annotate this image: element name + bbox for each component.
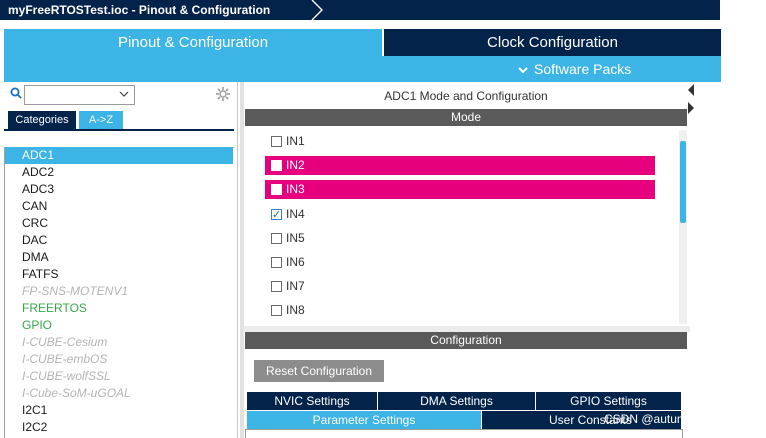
mode-input-row[interactable]: IN3 (265, 180, 655, 200)
list-item[interactable]: ADC3 (5, 181, 233, 198)
tab-gpio-settings[interactable]: GPIO Settings (536, 392, 681, 410)
breadcrumb-project[interactable]: myFreeRTOSTest.ioc - Pinout & Configurat… (8, 0, 270, 20)
list-item[interactable]: I-CUBE-wolfSSL (5, 368, 233, 385)
categories-view-button[interactable]: Categories (8, 111, 76, 129)
search-field[interactable] (25, 86, 115, 103)
checkbox[interactable] (271, 136, 282, 147)
list-spacer (4, 131, 234, 147)
mode-scrollbar-thumb[interactable] (680, 141, 686, 223)
checkbox[interactable] (271, 160, 282, 172)
chevron-down-icon[interactable] (119, 89, 129, 99)
mode-input-label: IN1 (286, 134, 305, 148)
software-packs-menu[interactable]: Software Packs (518, 56, 631, 82)
breadcrumb-chevron-icon (311, 0, 323, 20)
panel-splitter[interactable] (240, 82, 244, 438)
mode-input-label: IN7 (286, 279, 305, 294)
list-item[interactable]: CRC (5, 215, 233, 232)
configuration-section-header[interactable]: Configuration (245, 332, 687, 349)
list-item[interactable]: I-CUBE-Cesium (5, 334, 233, 351)
mode-input-label: IN5 (286, 230, 305, 245)
list-item[interactable]: GPIO (5, 317, 233, 334)
gear-icon[interactable] (215, 86, 231, 102)
mode-input-label: IN6 (286, 255, 305, 269)
mode-input-label: IN2 (286, 158, 305, 173)
software-packs-label: Software Packs (534, 61, 632, 77)
checkbox[interactable] (271, 257, 282, 268)
mode-input-row[interactable]: IN2 (265, 156, 655, 176)
az-view-button[interactable]: A->Z (79, 111, 123, 129)
list-item[interactable]: DAC (5, 232, 233, 249)
list-item[interactable]: ADC1 (5, 147, 233, 164)
mode-input-row[interactable]: IN6 (265, 253, 655, 272)
tab-pinout-configuration[interactable]: Pinout & Configuration (4, 29, 382, 56)
mode-input-row[interactable]: IN5 (265, 229, 655, 248)
checkbox[interactable] (271, 184, 282, 196)
list-item[interactable]: I2C1 (5, 402, 233, 419)
mode-input-label: IN4 (286, 206, 305, 221)
tab-nvic-settings[interactable]: NVIC Settings (247, 392, 377, 410)
list-item[interactable]: I2C2 (5, 419, 233, 436)
list-item[interactable]: DMA (5, 249, 233, 266)
chevron-down-icon (518, 57, 528, 83)
list-item[interactable]: ADC2 (5, 164, 233, 181)
list-item[interactable]: CAN (5, 198, 233, 215)
search-icon[interactable] (10, 87, 22, 99)
collapse-arrows-icon[interactable] (687, 82, 695, 118)
watermark: CSDN @autumn_qyh (604, 412, 720, 426)
list-item[interactable]: I-CUBE-embOS (5, 351, 233, 368)
mode-input-row[interactable]: IN7 (265, 277, 655, 296)
breadcrumb-bar: myFreeRTOSTest.ioc - Pinout & Configurat… (0, 0, 720, 20)
mode-section-header[interactable]: Mode (245, 109, 687, 126)
list-item[interactable]: FATFS (5, 266, 233, 283)
search-input[interactable] (24, 85, 135, 105)
reset-configuration-button[interactable]: Reset Configuration (254, 360, 384, 382)
mode-panel-title: ADC1 Mode and Configuration (245, 85, 687, 107)
mode-input-row[interactable]: IN1 (265, 132, 655, 151)
checkbox[interactable] (271, 281, 282, 293)
tab-clock-configuration[interactable]: Clock Configuration (384, 29, 721, 56)
mode-input-row[interactable]: IN8 (265, 301, 655, 320)
mode-input-label: IN8 (286, 303, 305, 318)
list-item[interactable]: FREERTOS (5, 300, 233, 317)
list-item[interactable]: FP-SNS-MOTENV1 (5, 283, 233, 300)
list-item[interactable]: I-Cube-SoM-uGOAL (5, 385, 233, 402)
mode-input-row[interactable]: IN4 (265, 205, 655, 224)
mode-input-label: IN3 (286, 182, 305, 197)
checkbox[interactable] (271, 205, 282, 224)
checkbox[interactable] (271, 305, 282, 317)
parameter-settings-content (245, 429, 683, 438)
checkbox[interactable] (271, 232, 282, 244)
tab-dma-settings[interactable]: DMA Settings (378, 392, 535, 410)
tab-parameter-settings[interactable]: Parameter Settings (247, 411, 481, 429)
